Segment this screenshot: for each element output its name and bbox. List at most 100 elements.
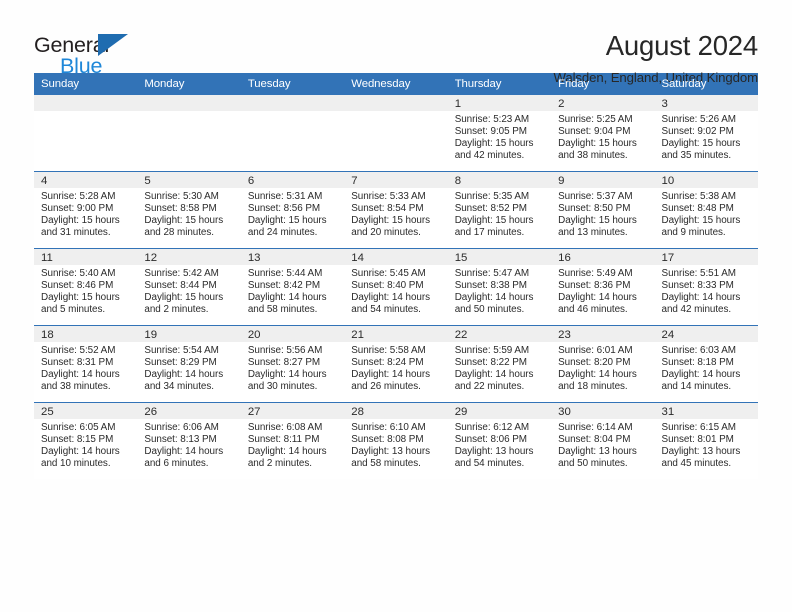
calendar-day-cell[interactable]: 31 Sunrise: 6:15 AM Sunset: 8:01 PM Dayligh… xyxy=(654,402,758,479)
calendar-day-cell[interactable]: 6 Sunrise: 5:31 AM Sunset: 8:56 PM Daylight… xyxy=(240,171,345,249)
page-title: August 2024 xyxy=(605,30,758,61)
calendar-day-cell[interactable]: 30 Sunrise: 6:14 AM Sunset: 8:04 PM Dayligh… xyxy=(551,402,655,479)
day-number: 25 xyxy=(34,403,138,419)
day-details: Sunrise: 6:14 AM Sunset: 8:04 PM Daylight:… xyxy=(551,419,654,470)
daylight-duration-line2: and 42 minutes. xyxy=(454,150,525,162)
daylight-duration-line1: Daylight: 14 hours xyxy=(144,369,224,381)
calendar-day-cell[interactable]: 5 Sunrise: 5:30 AM Sunset: 8:58 PM Daylight… xyxy=(137,171,241,249)
daylight-duration-line1: Daylight: 14 hours xyxy=(558,292,637,304)
calendar-day-cell[interactable]: 14 Sunrise: 5:45 AM Sunset: 8:40 PM Dayligh… xyxy=(344,248,448,326)
day-details: Sunrise: 5:23 AM Sunset: 9:05 PM Daylight:… xyxy=(448,111,551,162)
daylight-duration-line2: and 54 minutes. xyxy=(351,304,421,316)
sunset-time: Sunset: 8:27 PM xyxy=(247,357,321,369)
calendar-day-cell[interactable]: 12 Sunrise: 5:42 AM Sunset: 8:44 PM Dayligh… xyxy=(137,248,241,326)
day-number: 18 xyxy=(34,326,138,342)
sunrise-time: Sunrise: 5:30 AM xyxy=(144,191,219,202)
day-details: Sunrise: 6:12 AM Sunset: 8:06 PM Daylight:… xyxy=(448,419,551,470)
calendar-day-cell[interactable]: 8 Sunrise: 5:35 AM Sunset: 8:52 PM Daylight… xyxy=(447,171,552,249)
calendar-day-cell[interactable]: 24 Sunrise: 6:03 AM Sunset: 8:18 PM Dayligh… xyxy=(654,325,758,403)
day-number: 30 xyxy=(551,403,655,419)
daylight-duration-line2: and 31 minutes. xyxy=(41,227,111,239)
day-details: Sunrise: 6:10 AM Sunset: 8:08 PM Daylight:… xyxy=(344,419,447,470)
daylight-duration-line1: Daylight: 14 hours xyxy=(41,446,120,458)
day-details: Sunrise: 5:52 AM Sunset: 8:31 PM Daylight:… xyxy=(34,342,137,393)
sunrise-time: Sunrise: 6:10 AM xyxy=(351,422,426,433)
calendar-day-cell[interactable]: 11 Sunrise: 5:40 AM Sunset: 8:46 PM Dayligh… xyxy=(34,248,138,326)
logo-text-blue: Blue xyxy=(60,54,103,78)
calendar-day-cell[interactable]: 4 Sunrise: 5:28 AM Sunset: 9:00 PM Daylight… xyxy=(34,171,138,249)
day-number: 14 xyxy=(344,249,448,265)
daylight-duration-line1: Daylight: 15 hours xyxy=(454,215,534,227)
calendar-day-cell[interactable]: 26 Sunrise: 6:06 AM Sunset: 8:13 PM Dayligh… xyxy=(137,402,241,479)
day-cell-inner: 13 Sunrise: 5:44 AM Sunset: 8:42 PM Dayligh… xyxy=(240,249,345,325)
sunset-time: Sunset: 8:38 PM xyxy=(454,280,527,292)
daylight-duration-line2: and 46 minutes. xyxy=(558,304,628,316)
day-number: 19 xyxy=(137,326,241,342)
calendar-day-cell[interactable]: 7 Sunrise: 5:33 AM Sunset: 8:54 PM Daylight… xyxy=(344,171,448,249)
day-cell-inner: 14 Sunrise: 5:45 AM Sunset: 8:40 PM Dayligh… xyxy=(344,249,448,325)
sunset-time: Sunset: 8:22 PM xyxy=(454,357,527,369)
sunrise-time: Sunrise: 6:12 AM xyxy=(454,422,530,433)
calendar-day-cell[interactable]: 28 Sunrise: 6:10 AM Sunset: 8:08 PM Dayligh… xyxy=(344,402,448,479)
daylight-duration-line2: and 28 minutes. xyxy=(144,227,214,239)
day-number: 2 xyxy=(551,95,655,111)
calendar-day-cell[interactable]: 18 Sunrise: 5:52 AM Sunset: 8:31 PM Dayligh… xyxy=(34,325,138,403)
sunset-time: Sunset: 8:01 PM xyxy=(661,434,734,446)
calendar-day-cell[interactable]: 20 Sunrise: 5:56 AM Sunset: 8:27 PM Dayligh… xyxy=(240,325,345,403)
day-cell-inner xyxy=(344,95,448,171)
sunset-time: Sunset: 8:15 PM xyxy=(41,434,114,446)
day-number xyxy=(34,95,138,111)
day-cell-inner: 30 Sunrise: 6:14 AM Sunset: 8:04 PM Dayligh… xyxy=(551,403,655,479)
sunrise-time: Sunrise: 5:33 AM xyxy=(351,191,426,202)
sunrise-time: Sunrise: 6:01 AM xyxy=(558,345,633,356)
day-details: Sunrise: 5:56 AM Sunset: 8:27 PM Daylight:… xyxy=(241,342,344,393)
calendar-week-row: 1 Sunrise: 5:23 AM Sunset: 9:05 PM Daylight… xyxy=(34,95,758,172)
daylight-duration-line2: and 5 minutes. xyxy=(41,304,106,316)
calendar-day-cell[interactable]: 10 Sunrise: 5:38 AM Sunset: 8:48 PM Dayligh… xyxy=(654,171,758,249)
calendar-day-cell[interactable]: 15 Sunrise: 5:47 AM Sunset: 8:38 PM Dayligh… xyxy=(447,248,552,326)
day-number: 6 xyxy=(240,172,345,188)
day-number: 20 xyxy=(240,326,345,342)
calendar-day-cell[interactable]: 29 Sunrise: 6:12 AM Sunset: 8:06 PM Dayligh… xyxy=(447,402,552,479)
daylight-duration-line1: Daylight: 13 hours xyxy=(454,446,534,458)
day-details: Sunrise: 5:59 AM Sunset: 8:22 PM Daylight:… xyxy=(448,342,551,393)
calendar-day-cell[interactable]: 21 Sunrise: 5:58 AM Sunset: 8:24 PM Dayligh… xyxy=(344,325,448,403)
day-cell-inner: 3 Sunrise: 5:26 AM Sunset: 9:02 PM Daylight… xyxy=(654,95,758,171)
day-details: Sunrise: 5:40 AM Sunset: 8:46 PM Daylight:… xyxy=(34,265,137,316)
calendar-day-cell[interactable]: 22 Sunrise: 5:59 AM Sunset: 8:22 PM Dayligh… xyxy=(447,325,552,403)
calendar-day-cell[interactable]: 25 Sunrise: 6:05 AM Sunset: 8:15 PM Dayligh… xyxy=(34,402,138,479)
daylight-duration-line1: Daylight: 13 hours xyxy=(351,446,430,458)
calendar-day-cell[interactable]: 23 Sunrise: 6:01 AM Sunset: 8:20 PM Dayligh… xyxy=(551,325,655,403)
day-details: Sunrise: 5:58 AM Sunset: 8:24 PM Daylight:… xyxy=(344,342,447,393)
sunset-time: Sunset: 8:24 PM xyxy=(351,357,424,369)
day-cell-inner: 10 Sunrise: 5:38 AM Sunset: 8:48 PM Dayligh… xyxy=(654,172,758,248)
page-header: General Blue August 2024 Walsden, Englan… xyxy=(34,0,758,85)
calendar-day-cell[interactable]: 27 Sunrise: 6:08 AM Sunset: 8:11 PM Dayligh… xyxy=(240,402,345,479)
calendar-day-cell[interactable]: 1 Sunrise: 5:23 AM Sunset: 9:05 PM Daylight… xyxy=(447,95,552,172)
daylight-duration-line2: and 2 minutes. xyxy=(144,304,209,316)
sunset-time: Sunset: 8:40 PM xyxy=(351,280,424,292)
day-cell-inner: 27 Sunrise: 6:08 AM Sunset: 8:11 PM Dayligh… xyxy=(240,403,345,479)
calendar-day-cell[interactable]: 13 Sunrise: 5:44 AM Sunset: 8:42 PM Dayligh… xyxy=(240,248,345,326)
calendar-day-cell[interactable]: 9 Sunrise: 5:37 AM Sunset: 8:50 PM Daylight… xyxy=(551,171,655,249)
calendar-day-cell[interactable]: 2 Sunrise: 5:25 AM Sunset: 9:04 PM Daylight… xyxy=(551,95,655,172)
daylight-duration-line2: and 24 minutes. xyxy=(247,227,318,239)
calendar-day-cell[interactable]: 16 Sunrise: 5:49 AM Sunset: 8:36 PM Dayligh… xyxy=(551,248,655,326)
day-cell-inner: 11 Sunrise: 5:40 AM Sunset: 8:46 PM Dayligh… xyxy=(34,249,138,325)
day-cell-inner: 8 Sunrise: 5:35 AM Sunset: 8:52 PM Daylight… xyxy=(447,172,552,248)
daylight-duration-line1: Daylight: 14 hours xyxy=(558,369,637,381)
sunset-time: Sunset: 8:36 PM xyxy=(558,280,631,292)
calendar-day-cell[interactable]: 19 Sunrise: 5:54 AM Sunset: 8:29 PM Dayligh… xyxy=(137,325,241,403)
day-number: 17 xyxy=(654,249,758,265)
day-number: 1 xyxy=(447,95,552,111)
sunrise-time: Sunrise: 5:51 AM xyxy=(661,268,736,279)
calendar-day-cell[interactable]: 3 Sunrise: 5:26 AM Sunset: 9:02 PM Daylight… xyxy=(654,95,758,172)
sunset-time: Sunset: 8:08 PM xyxy=(351,434,424,446)
sunset-time: Sunset: 8:58 PM xyxy=(144,203,217,215)
daylight-duration-line1: Daylight: 14 hours xyxy=(247,446,327,458)
calendar-day-cell[interactable]: 17 Sunrise: 5:51 AM Sunset: 8:33 PM Dayligh… xyxy=(654,248,758,326)
day-details: Sunrise: 5:54 AM Sunset: 8:29 PM Daylight:… xyxy=(137,342,240,393)
day-details: Sunrise: 5:26 AM Sunset: 9:02 PM Daylight:… xyxy=(655,111,758,162)
daylight-duration-line2: and 13 minutes. xyxy=(558,227,628,239)
sunset-time: Sunset: 9:04 PM xyxy=(558,126,631,138)
